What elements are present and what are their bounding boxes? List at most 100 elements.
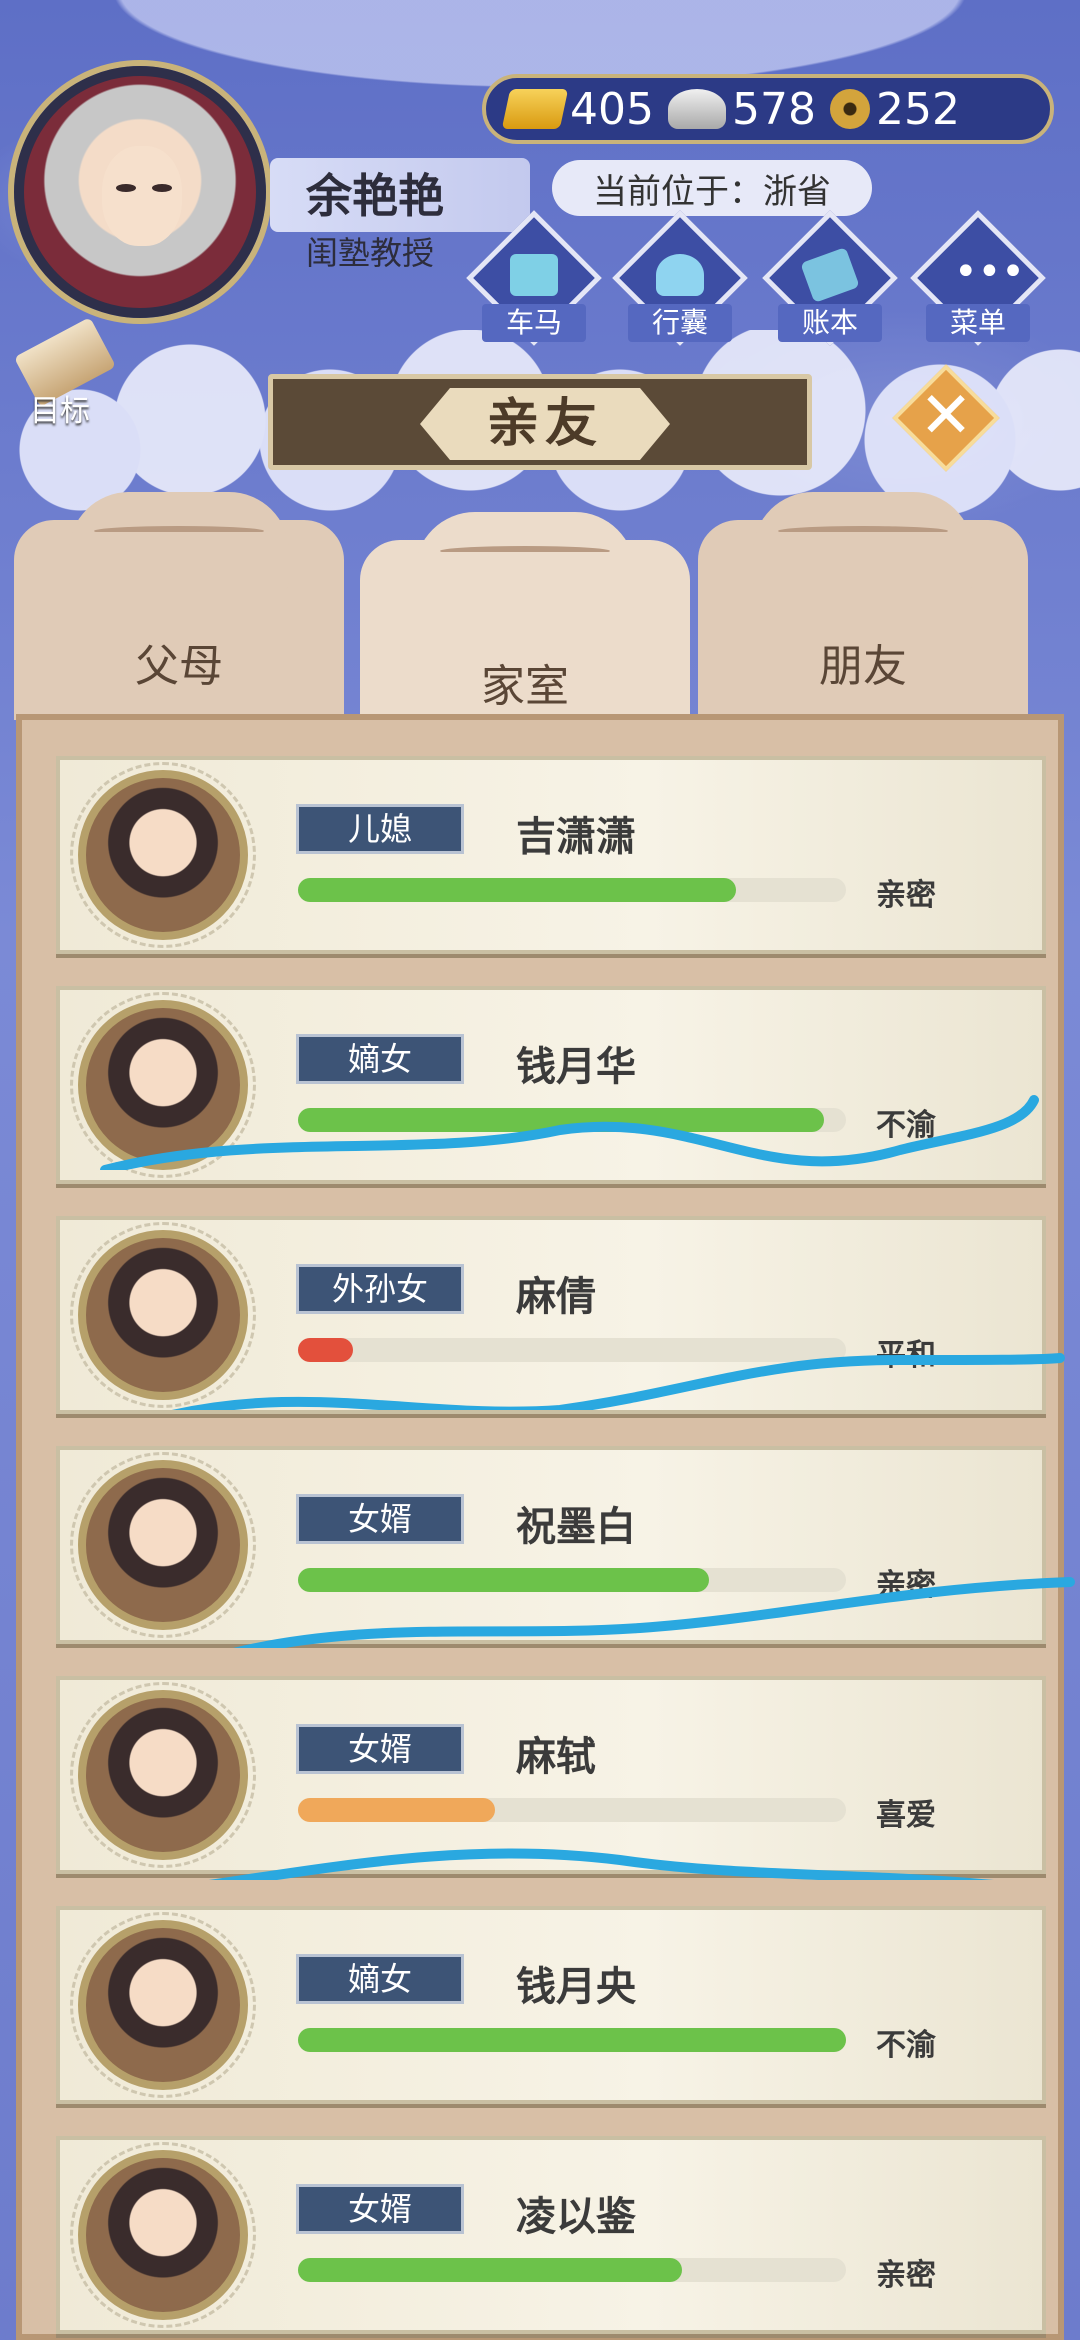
close-icon[interactable]: ✕ — [908, 376, 984, 456]
avatar-ring — [70, 1222, 256, 1408]
luggage-label: 行囊 — [628, 304, 732, 342]
member-card[interactable]: 女婿 祝墨白 亲密 — [56, 1446, 1046, 1644]
mood-label: 亲密 — [876, 2258, 936, 2293]
relation-badge: 嫡女 — [296, 1954, 464, 2004]
tab-ornament — [69, 492, 289, 592]
affinity-fill — [298, 1798, 496, 1822]
avatar-ring — [70, 1452, 256, 1638]
tab-family-label: 家室 — [481, 661, 569, 712]
mood-label: 亲密 — [876, 1568, 936, 1603]
player-name: 余艳艳 — [306, 169, 444, 223]
member-card[interactable]: 女婿 麻轼 喜爱 — [56, 1676, 1046, 1874]
affinity-fill — [298, 1338, 353, 1362]
carriage-icon — [510, 254, 558, 296]
affinity-fill — [298, 1568, 709, 1592]
mood-label: 喜爱 — [876, 1798, 936, 1833]
member-list-panel: 儿媳 吉潇潇 亲密 嫡女 钱月华 不渝 外孙女 麻倩 平和 女婿 祝墨白 亲密 … — [16, 714, 1064, 2340]
more-dots-icon: ••• — [954, 249, 1025, 295]
affinity-bar — [298, 878, 846, 902]
player-title: 闺塾教授 — [306, 234, 435, 272]
copper-coin-icon — [829, 89, 870, 129]
gold-counter: 405 — [501, 83, 654, 135]
affinity-fill — [298, 2028, 846, 2052]
silver-value: 578 — [731, 83, 816, 135]
tab-ornament — [415, 512, 635, 612]
ornament-swirl — [440, 546, 610, 556]
affinity-fill — [298, 2258, 682, 2282]
avatar-ring — [70, 2142, 256, 2328]
mood-label: 不渝 — [876, 2028, 936, 2063]
member-avatar — [70, 1452, 256, 1638]
member-avatar — [70, 1912, 256, 2098]
member-name: 祝墨白 — [516, 1504, 636, 1550]
relation-badge: 嫡女 — [296, 1034, 464, 1084]
ornament-swirl — [94, 526, 264, 536]
currency-bar: 405 578 252 — [482, 74, 1054, 144]
gold-ingot-icon — [501, 89, 569, 129]
goal-label[interactable]: 目标 — [30, 386, 90, 430]
affinity-bar — [298, 1108, 846, 1132]
affinity-bar — [298, 1798, 846, 1822]
member-name: 钱月央 — [516, 1964, 636, 2010]
affinity-bar — [298, 1568, 846, 1592]
menu-label: 菜单 — [926, 304, 1030, 342]
member-card[interactable]: 外孙女 麻倩 平和 — [56, 1216, 1046, 1414]
tab-friends-label: 朋友 — [819, 641, 907, 692]
coin-counter: 252 — [829, 83, 960, 135]
relation-badge: 女婿 — [296, 1494, 464, 1544]
member-avatar — [70, 2142, 256, 2328]
member-name: 麻倩 — [516, 1274, 596, 1320]
affinity-bar — [298, 1338, 846, 1362]
tab-family[interactable]: 家室 — [360, 512, 690, 740]
ornament-swirl — [778, 526, 948, 536]
carriage-label: 车马 — [482, 304, 586, 342]
member-avatar — [70, 762, 256, 948]
gold-value: 405 — [570, 83, 654, 135]
tab-parents-label: 父母 — [135, 641, 223, 692]
relation-badge: 外孙女 — [296, 1264, 464, 1314]
avatar-ring — [70, 992, 256, 1178]
mood-label: 不渝 — [876, 1108, 936, 1143]
member-name: 凌以鉴 — [516, 2194, 636, 2240]
member-name: 钱月华 — [516, 1044, 636, 1090]
avatar-eye — [116, 184, 136, 192]
tab-friends[interactable]: 朋友 — [698, 492, 1028, 720]
mood-label: 平和 — [876, 1338, 936, 1373]
member-avatar — [70, 1222, 256, 1408]
menu-button[interactable]: ••• 菜单 — [910, 210, 1046, 346]
tab-parents[interactable]: 父母 — [14, 492, 344, 720]
member-name: 吉潇潇 — [516, 814, 636, 860]
avatar-face — [102, 146, 182, 246]
silver-ingot-icon — [667, 89, 726, 129]
member-avatar — [70, 1682, 256, 1868]
affinity-fill — [298, 1108, 825, 1132]
affinity-fill — [298, 878, 737, 902]
member-card[interactable]: 嫡女 钱月华 不渝 — [56, 986, 1046, 1184]
avatar-eye — [152, 184, 172, 192]
tab-ornament — [753, 492, 973, 592]
mood-label: 亲密 — [876, 878, 936, 913]
luggage-button[interactable]: 行囊 — [612, 210, 748, 346]
affinity-bar — [298, 2028, 846, 2052]
location-label: 当前位于：浙省 — [552, 160, 872, 216]
carriage-button[interactable]: 车马 — [466, 210, 602, 346]
member-name: 麻轼 — [516, 1734, 596, 1780]
member-avatar — [70, 992, 256, 1178]
coin-value: 252 — [875, 83, 960, 135]
member-card[interactable]: 儿媳 吉潇潇 亲密 — [56, 756, 1046, 954]
avatar-ring — [70, 1682, 256, 1868]
affinity-bar — [298, 2258, 846, 2282]
member-card[interactable]: 嫡女 钱月央 不渝 — [56, 1906, 1046, 2104]
relation-badge: 女婿 — [296, 2184, 464, 2234]
ledger-label: 账本 — [778, 304, 882, 342]
silver-counter: 578 — [667, 83, 816, 135]
bag-icon — [656, 254, 704, 296]
avatar-ring — [70, 762, 256, 948]
relation-badge: 女婿 — [296, 1724, 464, 1774]
member-card[interactable]: 女婿 凌以鉴 亲密 — [56, 2136, 1046, 2334]
avatar-ring — [70, 1912, 256, 2098]
page-title: 亲友 — [486, 394, 603, 454]
ledger-button[interactable]: 账本 — [762, 210, 898, 346]
player-avatar[interactable] — [14, 66, 266, 318]
relation-badge: 儿媳 — [296, 804, 464, 854]
